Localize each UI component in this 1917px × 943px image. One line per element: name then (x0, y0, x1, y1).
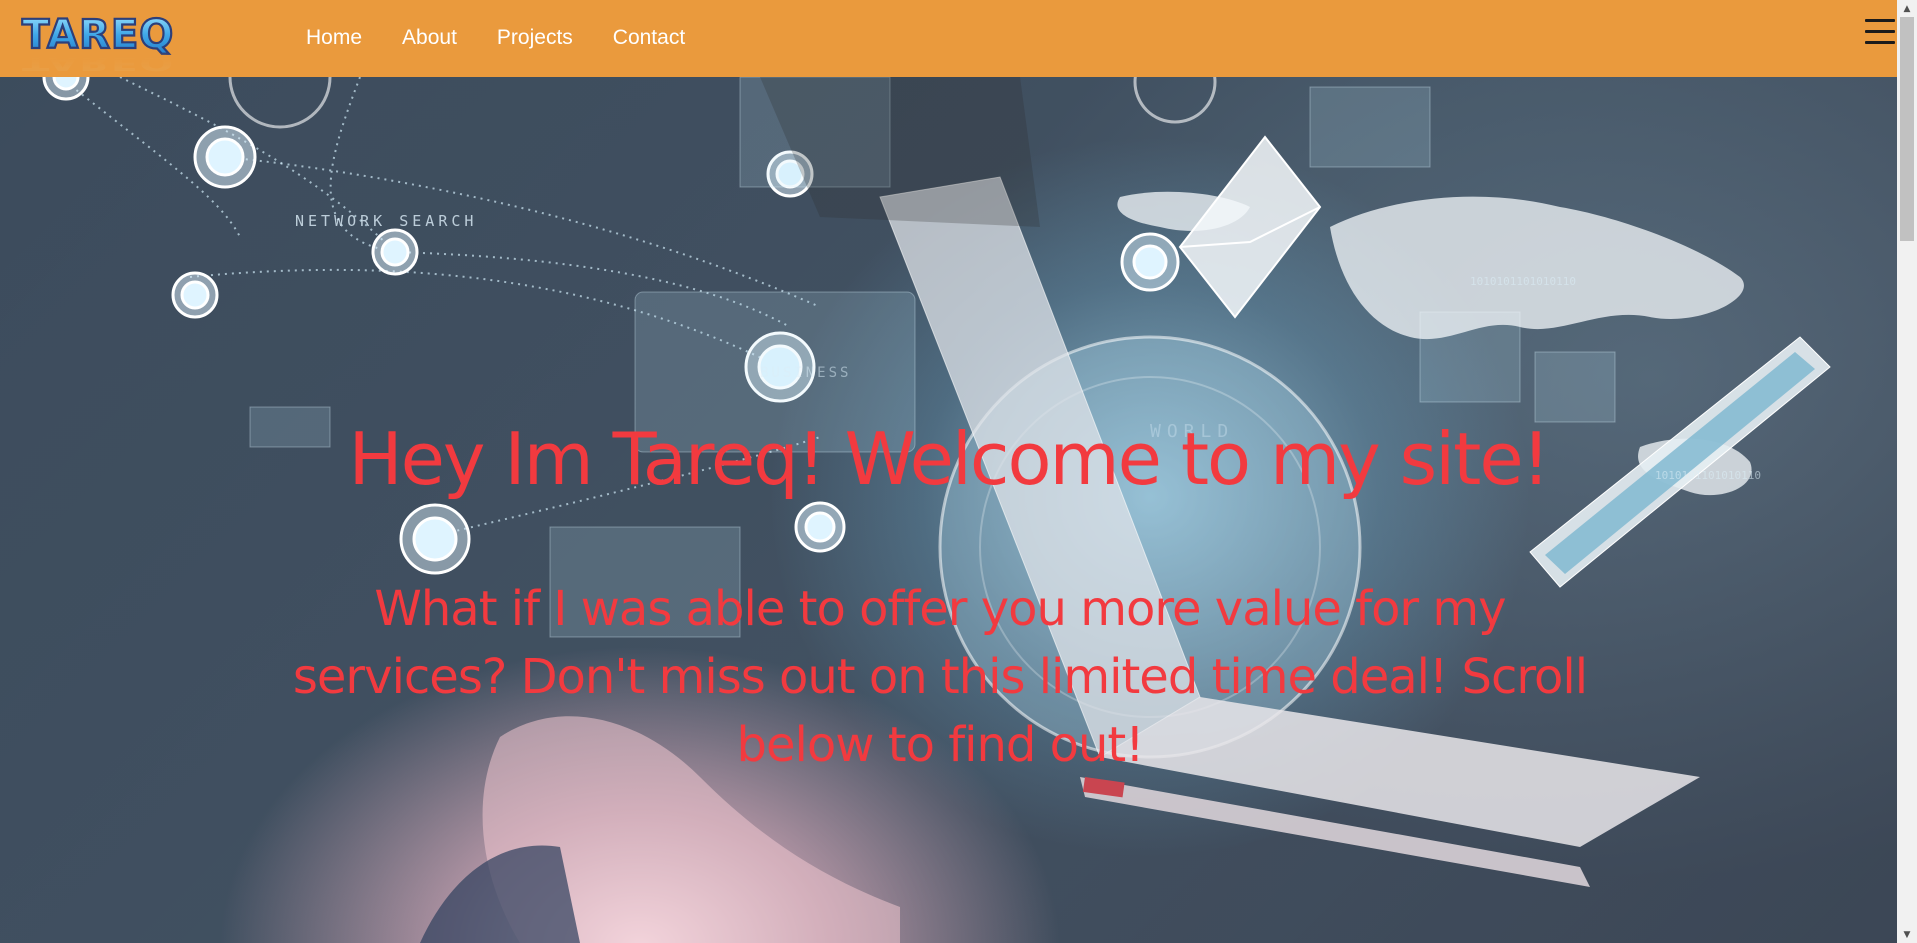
hamburger-menu-icon[interactable] (1865, 19, 1895, 49)
scroll-up-arrow-icon[interactable]: ▲ (1897, 0, 1917, 17)
svg-text:1010101101010110: 1010101101010110 (1470, 275, 1576, 288)
svg-text:NETWORK SEARCH: NETWORK SEARCH (295, 212, 477, 230)
nav-contact-link[interactable]: Contact (613, 24, 685, 52)
navbar: TAREQ TAREQ Home About Projects Contact (0, 0, 1897, 77)
hero-title: Hey Im Tareq! Welcome to my site! (348, 417, 1550, 501)
page: TAREQ TAREQ Home About Projects Contact (0, 0, 1917, 943)
envelope-icon (1178, 135, 1322, 319)
svg-text:TAREQ: TAREQ (22, 51, 174, 74)
nav-home-link[interactable]: Home (306, 24, 362, 52)
hero-background-illustration: NETWORK SEARCH BUSINESS WORLD 1010101101… (42, 77, 1831, 943)
nav-about-link[interactable]: About (402, 24, 457, 52)
vertical-scrollbar[interactable]: ▲ ▼ (1897, 0, 1917, 943)
site-logo[interactable]: TAREQ TAREQ (20, 12, 264, 76)
hero-subtitle: What if I was able to offer you more val… (292, 581, 1588, 773)
scroll-down-arrow-icon[interactable]: ▼ (1897, 926, 1917, 943)
svg-text:BUSINESS: BUSINESS (760, 365, 851, 381)
nav-projects-link[interactable]: Projects (497, 24, 573, 52)
scrollbar-thumb[interactable] (1900, 17, 1914, 241)
main-nav: Home About Projects Contact (306, 24, 725, 52)
hero-section: NETWORK SEARCH BUSINESS WORLD 1010101101… (0, 77, 1897, 943)
